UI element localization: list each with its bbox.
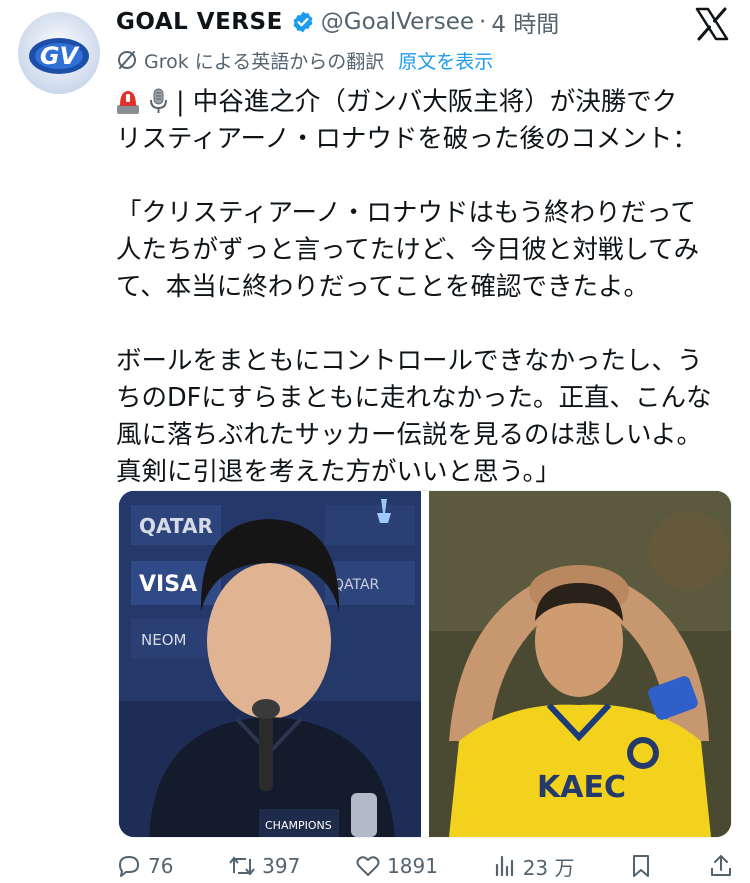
tweet-header: GOAL VERSE @GoalVersee · 4 時間 [116, 6, 559, 38]
show-original-link[interactable]: 原文を表示 [398, 47, 493, 74]
sponsor-qatar-text: QATAR [139, 514, 213, 538]
tweet-text: | 中谷進之介（ガンバ大阪主将）が決勝でク リスティアーノ・ロナウドを破った後の… [116, 84, 726, 491]
like-button[interactable]: 1891 [355, 853, 438, 879]
timestamp[interactable]: 4 時間 [491, 5, 559, 39]
bookmark-icon [633, 855, 650, 877]
separator-dot: · [479, 9, 487, 35]
jersey-text: KAEC [537, 770, 626, 805]
verified-badge-icon [291, 10, 315, 34]
repost-button[interactable]: 397 [228, 853, 300, 879]
grok-icon [116, 49, 138, 71]
tweet-media[interactable]: QATAR VISA NEOM QATAR CHAMPIONS KAEC [118, 490, 732, 838]
like-count: 1891 [387, 854, 438, 878]
share-icon [710, 855, 731, 876]
champions-banner-text: CHAMPIONS [265, 819, 332, 832]
tweet-quote: 「クリスティアーノ・ロナウドはもう終わりだって 人たちがずっと言ってたけど、今日… [116, 198, 712, 487]
avatar[interactable]: GV [18, 12, 100, 94]
repost-count: 397 [262, 854, 301, 878]
photo-press-conference[interactable]: QATAR VISA NEOM QATAR CHAMPIONS [119, 491, 421, 837]
sponsor-neom-text: NEOM [141, 631, 186, 649]
avatar-text: GV [40, 42, 81, 70]
sponsor-qatar-text-right: QATAR [333, 577, 380, 593]
tweet-headline-line2: リスティアーノ・ロナウドを破った後のコメント： [116, 124, 698, 154]
sponsor-visa-text: VISA [139, 572, 197, 597]
microphone-emoji-icon [146, 87, 170, 115]
translation-note: Grok による英語からの翻訳 原文を表示 [116, 46, 493, 74]
heart-icon [356, 856, 380, 876]
reply-button[interactable]: 76 [116, 853, 173, 879]
share-button[interactable] [708, 853, 734, 879]
display-name[interactable]: GOAL VERSE [116, 9, 283, 35]
views-count: 23 万 [522, 855, 575, 880]
repost-icon [229, 856, 255, 876]
bookmark-button[interactable] [629, 853, 653, 879]
photo-ronaldo[interactable]: KAEC [429, 491, 731, 837]
action-bar: 76 397 1891 23 万 [116, 850, 734, 882]
reply-icon [119, 856, 139, 877]
reply-count: 76 [148, 854, 174, 878]
tweet-headline-line1: | 中谷進之介（ガンバ大阪主将）が決勝でク [176, 87, 678, 117]
views-button[interactable]: 23 万 [493, 852, 575, 881]
siren-emoji-icon [116, 87, 140, 115]
goal-verse-logo-icon: GV [18, 12, 100, 94]
views-chart-icon [495, 855, 513, 877]
handle[interactable]: @GoalVersee [321, 9, 474, 35]
translation-text: Grok による英語からの翻訳 [144, 50, 385, 73]
x-logo-icon[interactable] [694, 6, 730, 42]
